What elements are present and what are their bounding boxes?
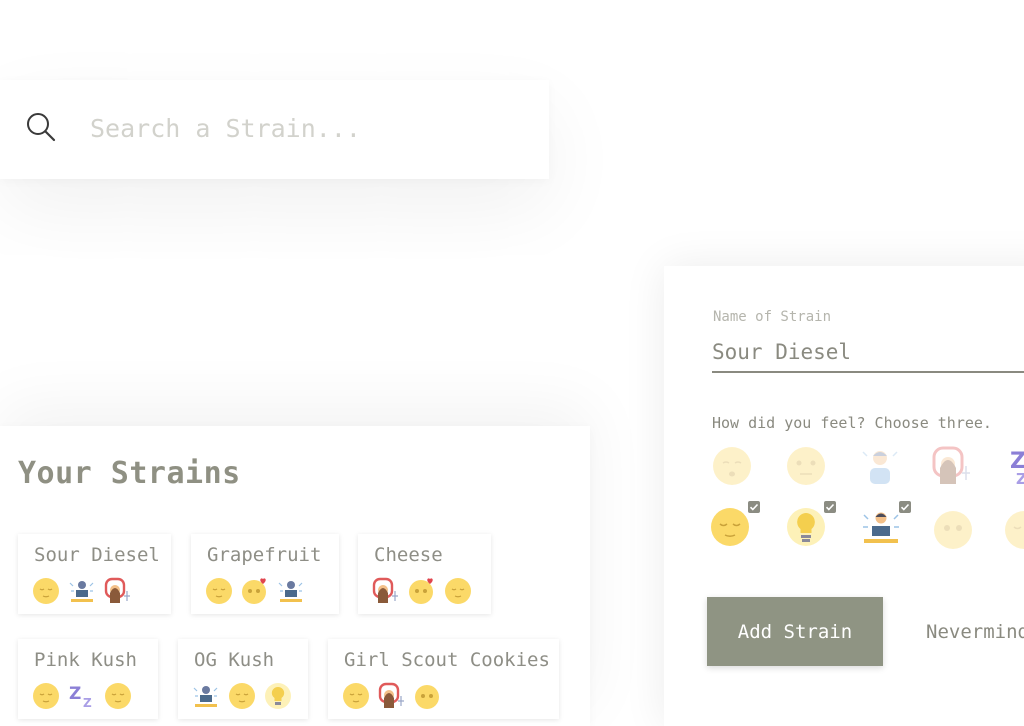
feeling-option-relaxed[interactable] <box>710 501 760 551</box>
svg-text:Z: Z <box>1016 470 1024 486</box>
lightbulb-icon <box>787 508 825 546</box>
svg-text:Z: Z <box>69 684 81 704</box>
working-person-icon <box>863 512 899 543</box>
relaxed-face-icon <box>205 577 233 605</box>
aroused-person-icon <box>104 577 132 605</box>
feeling-option-focused[interactable] <box>860 446 904 490</box>
strain-name-label: Name of Strain <box>713 309 832 325</box>
strain-card[interactable]: Pink Kush ZZ <box>18 639 158 719</box>
strain-name: Pink Kush <box>34 649 137 671</box>
svg-text:Z: Z <box>83 696 92 710</box>
aroused-person-icon <box>372 577 400 605</box>
strain-name: Cheese <box>374 544 443 566</box>
strain-card[interactable]: Sour Diesel <box>18 534 171 614</box>
focused-person-icon <box>862 451 898 484</box>
feelings-prompt: How did you feel? Choose three. <box>712 414 992 432</box>
feeling-option-sleepy-zz[interactable]: ZZ <box>1006 446 1024 490</box>
search-icon <box>25 111 57 143</box>
aroused-person-icon <box>932 446 970 484</box>
input-underline <box>712 371 1024 373</box>
strain-card[interactable]: OG Kush <box>178 639 308 719</box>
sleepy-zz-icon: ZZ <box>68 682 96 710</box>
add-strain-button[interactable]: Add Strain <box>707 597 883 666</box>
check-icon <box>824 501 836 513</box>
sleepy-zz-icon: ZZ <box>1010 449 1024 488</box>
check-icon <box>899 501 911 513</box>
check-icon <box>748 501 760 513</box>
strain-card[interactable]: Girl Scout Cookies <box>328 639 559 719</box>
heart-eyes-face-icon <box>414 682 442 710</box>
strain-name: Sour Diesel <box>34 544 160 566</box>
strain-name: Grapefruit <box>207 544 322 566</box>
strain-card[interactable]: Cheese <box>358 534 491 614</box>
strain-name: Girl Scout Cookies <box>344 649 550 671</box>
relaxed-face-icon <box>32 577 60 605</box>
uneasy-face-icon <box>787 447 825 485</box>
heart-eyes-face-icon <box>241 577 269 605</box>
feeling-option-creative[interactable] <box>786 501 836 551</box>
working-person-icon <box>277 577 305 605</box>
strain-name-input[interactable] <box>712 334 1024 370</box>
sleepy-face-icon <box>713 447 751 485</box>
working-person-icon <box>68 577 96 605</box>
feeling-option-productive[interactable] <box>861 501 911 551</box>
feeling-option-giggly[interactable] <box>933 510 977 554</box>
relaxed-face-icon <box>104 682 132 710</box>
your-strains-title: Your Strains <box>18 456 241 491</box>
relaxed-face-icon <box>228 682 256 710</box>
relaxed-face-icon <box>711 508 749 546</box>
working-person-icon <box>192 682 220 710</box>
feeling-option-aroused[interactable] <box>932 446 976 490</box>
strain-name: OG Kush <box>194 649 275 671</box>
search-input[interactable] <box>88 105 532 151</box>
relaxed-face-icon <box>342 682 370 710</box>
aroused-person-icon <box>378 682 406 710</box>
giggly-face-icon <box>934 511 972 549</box>
heart-eyes-face-icon <box>408 577 436 605</box>
feeling-option-relaxed-2[interactable] <box>1004 510 1024 554</box>
strain-card[interactable]: Grapefruit <box>191 534 339 614</box>
relaxed-face-icon <box>444 577 472 605</box>
relaxed-face-icon <box>1005 511 1024 549</box>
feeling-option-sleepy[interactable] <box>712 446 756 490</box>
feeling-option-uneasy[interactable] <box>786 446 830 490</box>
lightbulb-icon <box>264 682 292 710</box>
relaxed-face-icon <box>32 682 60 710</box>
nevermind-button[interactable]: Nevermind <box>908 597 1024 666</box>
